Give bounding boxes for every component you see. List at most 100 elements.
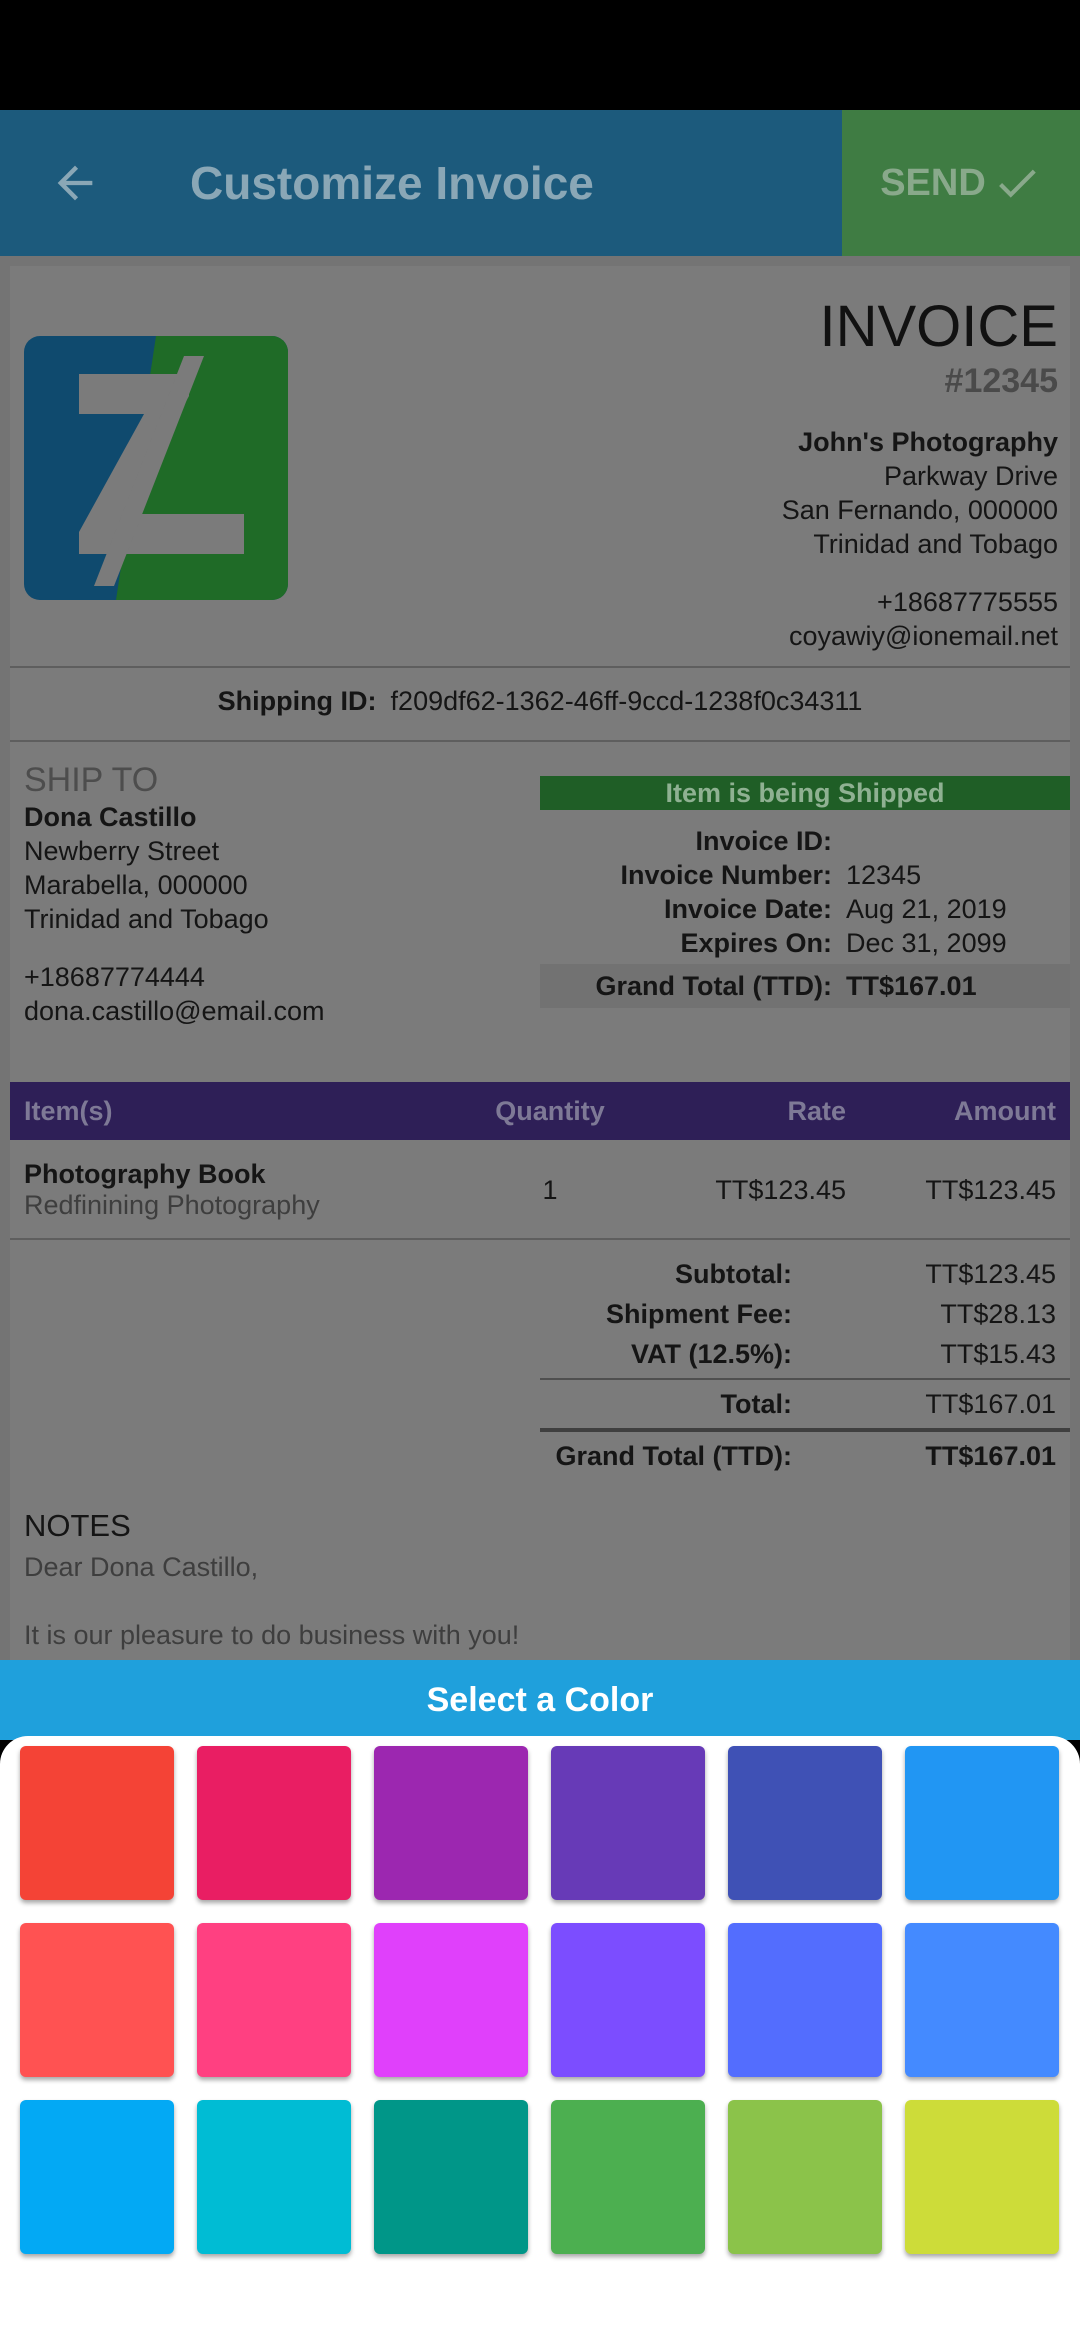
ship-to-heading: SHIP TO <box>24 761 159 799</box>
company-logo <box>24 336 288 600</box>
col-header-quantity: Quantity <box>495 1095 605 1126</box>
invoice-meta: Invoice ID: Invoice Number: 12345 Invoic… <box>540 824 1070 1008</box>
meta-value: TT$167.01 <box>846 971 977 1001</box>
business-name: John's Photography <box>798 427 1058 457</box>
shipping-id-label: Shipping ID: <box>217 686 377 716</box>
invoice-number: #12345 <box>944 362 1058 400</box>
color-swatch[interactable] <box>905 1923 1059 2077</box>
color-swatch[interactable] <box>728 1923 882 2077</box>
meta-row: Invoice Date: Aug 21, 2019 <box>540 892 1070 926</box>
total-label: Total: <box>720 1389 792 1419</box>
color-swatch[interactable] <box>20 1746 174 1900</box>
shipping-id-value: f209df62-1362-46ff-9ccd-1238f0c34311 <box>390 686 863 716</box>
notes-line: Dear Dona Castillo, <box>24 1552 259 1582</box>
color-swatch[interactable] <box>20 2100 174 2254</box>
ship-to-phone: +18687774444 <box>24 962 205 992</box>
meta-label: Invoice ID: <box>695 826 832 856</box>
color-swatch[interactable] <box>197 1923 351 2077</box>
meta-label: Invoice Date: <box>663 894 832 924</box>
color-swatch[interactable] <box>20 1923 174 2077</box>
notes-heading: NOTES <box>24 1508 131 1543</box>
divider <box>10 740 1070 742</box>
subtotal-row: Subtotal: TT$123.45 <box>540 1254 1070 1294</box>
page-title: Customize Invoice <box>190 157 594 209</box>
item-quantity: 1 <box>542 1174 558 1205</box>
color-picker-title: Select a Color <box>0 1660 1080 1740</box>
back-button[interactable] <box>40 148 110 218</box>
grand-total-label: Grand Total (TTD): <box>555 1441 792 1471</box>
color-swatch[interactable] <box>374 1923 528 2077</box>
grand-total-value: TT$167.01 <box>925 1441 1056 1471</box>
ship-to-name: Dona Castillo <box>24 802 197 832</box>
invoice-preview: INVOICE #12345 John's Photography Parkwa… <box>0 256 1080 1660</box>
ship-to-email: dona.castillo@email.com <box>24 996 325 1026</box>
totals-divider <box>540 1378 1070 1380</box>
items-table-header: Item(s) Quantity Rate Amount <box>10 1082 1070 1140</box>
color-swatch[interactable] <box>374 2100 528 2254</box>
meta-grand-total-row: Grand Total (TTD): TT$167.01 <box>540 964 1070 1008</box>
check-icon <box>998 169 1036 198</box>
status-bar <box>0 0 1080 110</box>
invoice-header: INVOICE #12345 John's Photography Parkwa… <box>782 296 1058 653</box>
color-swatch[interactable] <box>728 1746 882 1900</box>
meta-value: Dec 31, 2099 <box>846 928 1007 958</box>
business-country: Trinidad and Tobago <box>813 529 1058 559</box>
business-email: coyawiy@ionemail.net <box>788 621 1058 651</box>
business-city: San Fernando, 000000 <box>781 495 1058 525</box>
shipment-fee-label: Shipment Fee: <box>605 1299 792 1329</box>
meta-row: Invoice Number: 12345 <box>540 858 1070 892</box>
business-street: Parkway Drive <box>883 461 1058 491</box>
send-label: SEND <box>880 161 986 204</box>
business-phone: +18687775555 <box>877 587 1058 617</box>
color-swatch[interactable] <box>197 1746 351 1900</box>
arrow-back-icon <box>57 165 93 201</box>
color-swatch[interactable] <box>905 1746 1059 1900</box>
ship-to-street: Newberry Street <box>24 836 220 866</box>
ship-to-country: Trinidad and Tobago <box>24 904 269 934</box>
color-swatch[interactable] <box>374 1746 528 1900</box>
totals-divider <box>540 1428 1070 1432</box>
invoice-heading: INVOICE <box>819 294 1059 359</box>
meta-row: Expires On: Dec 31, 2099 <box>540 926 1070 960</box>
color-swatch[interactable] <box>551 1923 705 2077</box>
totals-block: Subtotal: TT$123.45 Shipment Fee: TT$28.… <box>540 1254 1070 1476</box>
item-name: Photography Book <box>24 1159 266 1189</box>
color-swatch[interactable] <box>551 1746 705 1900</box>
color-picker-sheet <box>0 1736 1080 2336</box>
meta-row: Invoice ID: <box>540 824 1070 858</box>
item-rate: TT$123.45 <box>715 1174 846 1205</box>
grand-total-row: Grand Total (TTD): TT$167.01 <box>540 1436 1070 1476</box>
vat-value: TT$15.43 <box>940 1339 1056 1369</box>
item-description: Redfinining Photography <box>24 1190 320 1220</box>
color-swatch[interactable] <box>728 2100 882 2254</box>
notes-line: It is our pleasure to do business with y… <box>24 1620 520 1650</box>
meta-label: Grand Total (TTD): <box>595 971 832 1001</box>
meta-value: Aug 21, 2019 <box>846 894 1007 924</box>
color-swatch[interactable] <box>551 2100 705 2254</box>
shipping-status-badge: Item is being Shipped <box>540 776 1070 810</box>
ship-to-block: SHIP TO Dona Castillo Newberry Street Ma… <box>24 760 325 1028</box>
meta-value: 12345 <box>846 860 922 890</box>
vat-row: VAT (12.5%): TT$15.43 <box>540 1334 1070 1374</box>
subtotal-value: TT$123.45 <box>925 1259 1056 1289</box>
meta-label: Invoice Number: <box>620 860 832 890</box>
invoice-card: INVOICE #12345 John's Photography Parkwa… <box>10 266 1070 1660</box>
item-amount: TT$123.45 <box>925 1174 1056 1205</box>
table-row: Photography Book Redfinining Photography… <box>10 1146 1070 1234</box>
divider <box>10 666 1070 668</box>
notes-block: NOTES Dear Dona Castillo, It is our plea… <box>24 1506 519 1652</box>
shipping-id: Shipping ID: f209df62-1362-46ff-9ccd-1238… <box>10 686 1070 717</box>
col-header-amount: Amount <box>954 1095 1056 1126</box>
ship-to-city: Marabella, 000000 <box>24 870 248 900</box>
color-swatch[interactable] <box>905 2100 1059 2254</box>
app-bar: Customize Invoice SEND <box>0 110 1080 256</box>
shipment-fee-value: TT$28.13 <box>940 1299 1056 1329</box>
send-button[interactable]: SEND <box>842 110 1080 256</box>
total-value: TT$167.01 <box>925 1389 1056 1419</box>
item-cell: Photography Book Redfinining Photography <box>10 1159 450 1221</box>
meta-value <box>846 824 1070 858</box>
shipment-fee-row: Shipment Fee: TT$28.13 <box>540 1294 1070 1334</box>
color-swatch[interactable] <box>197 2100 351 2254</box>
vat-label: VAT (12.5%): <box>630 1339 792 1369</box>
col-header-rate: Rate <box>787 1095 846 1126</box>
